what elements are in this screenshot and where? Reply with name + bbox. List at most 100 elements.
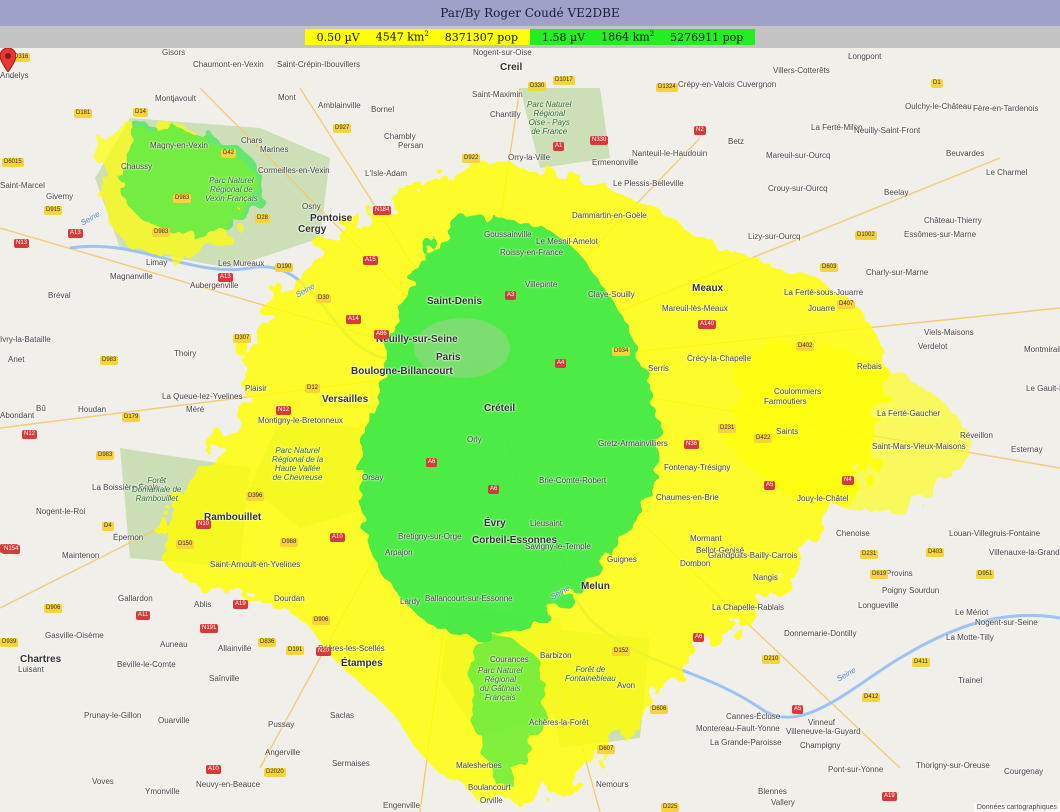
road-shield: D927 [333,124,352,133]
road-shield: A3 [505,291,517,300]
place-label: Le Charmel [986,168,1028,177]
place-label: Montigny-le-Bretonneux [258,416,343,425]
place-label: Saint-Marcel [0,181,45,190]
road-shield: A140 [698,320,717,329]
road-shield: D152 [612,647,631,656]
road-shield: D2020 [264,768,286,777]
road-shield: N4 [842,476,854,485]
place-label: Savigny-le-Temple [525,542,591,551]
place-label: Vinneuf [808,718,835,727]
transmitter-marker-icon[interactable] [0,48,16,72]
place-label: Sourdun [909,586,940,595]
place-label: Chars [241,136,263,145]
place-label: La Ferté-sous-Jouarre [784,288,864,297]
place-label: Beelay [884,188,909,197]
park-label: Forêt de Fontainebleau [565,665,616,683]
road-shield: D6015 [2,158,24,167]
place-label: Poigny [882,586,907,595]
place-label: Chantilly [490,110,521,119]
place-label: Saint-Denis [427,296,483,307]
place-label: Angerville [265,748,301,757]
place-label: Grandpuits-Bailly-Carrois [708,551,798,560]
place-label: Aubergenville [190,281,239,290]
place-label: Château-Thierry [924,216,982,225]
place-label: Claye-Souilly [588,290,635,299]
coverage-map[interactable]: Gisors Chaumont-en-Vexin Saint-Crépin-Ibou… [0,48,1060,812]
place-label: Saint-Mars-Vieux-Maisons [872,442,966,451]
place-label: Courances [490,655,529,664]
road-shield: D14 [133,108,149,117]
place-label: Chambly [384,132,416,141]
place-label: Montereau-Fault-Yonne [696,724,780,733]
place-label: Malesherbes [456,761,502,770]
place-label: Villers-Cotterêts [773,66,830,75]
place-label: Gretz-Armainvilliers [598,439,668,448]
road-shield: D1017 [553,76,575,85]
road-shield: D407 [837,300,856,309]
place-label: Courgenay [1004,767,1044,776]
road-shield: D396 [246,492,265,501]
road-shield: A10 [330,533,345,542]
place-label: Bretigny-sur-Orge [398,532,462,541]
place-label: Lardy [400,597,421,606]
place-label: Le Mesnil-Amelot [536,237,598,246]
place-label: Saînville [209,674,240,683]
place-label: Épernon [113,533,144,542]
place-label: Créteil [484,403,516,414]
road-shield: D190 [275,263,294,272]
place-label: Montmirail [1024,345,1060,354]
road-shield: A6 [426,458,438,467]
road-shield: A4 [555,359,567,368]
road-shield: D210 [762,655,781,664]
place-label: Cergy [298,224,327,235]
place-label: Lieusaint [530,519,563,528]
road-shield: D42 [221,149,237,158]
road-shield: D906 [312,616,331,625]
legend-level: 1.58 µV [542,30,586,44]
place-label: Blennes [758,787,787,796]
road-shield: A13 [68,229,83,238]
place-label: Verdelot [918,342,948,351]
road-shield: A6 [488,485,500,494]
place-label: Donnemarie-Dontilly [784,629,857,638]
place-label: Pont-sur-Yonne [828,765,884,774]
road-shield: D179 [122,413,141,422]
place-label: Thoiry [174,349,197,358]
place-label: Le Plessis-Belleville [613,179,684,188]
legend-population: 8371307 pop [444,30,518,44]
legend-entry-green: 1.58 µV 1864 km2 5276911 pop [530,29,756,45]
road-shield: D906 [44,604,63,613]
place-label: Anet [8,355,25,364]
park-label: Parc Naturel Régional de la Haute Vallée… [272,446,324,482]
place-label: Melun [581,581,610,592]
place-label: Dammartin-en-Goële [572,211,647,220]
place-label: Boulancourt [468,783,511,792]
road-shield: D181 [74,109,93,118]
place-label: Chartres [20,654,62,665]
legend-population: 5276911 pop [670,30,744,44]
road-shield: A86 [374,330,389,339]
road-shield: N184 [373,206,392,215]
road-shield: D422 [754,434,773,443]
road-shield: D915 [44,206,63,215]
place-label: Farmoutiers [764,397,807,406]
road-shield: D983 [152,228,171,237]
place-label: Saint-Arnoult-en-Yvelines [210,560,301,569]
place-label: Abondant [0,411,35,420]
road-shield: N10 [196,520,212,529]
road-shield: D988 [280,538,299,547]
place-label: Étampes [341,658,383,669]
place-label: Essômes-sur-Marne [904,230,977,239]
place-label: Paris [436,352,461,363]
place-label: La Chapelle-Rablais [712,603,785,612]
road-shield: A19 [882,792,897,801]
place-label: Nogent-le-Roi [36,507,86,516]
road-shield: D934 [612,347,631,356]
road-shield: D1324 [656,83,678,92]
place-label: Ymonville [145,787,180,796]
place-label: Maintenon [62,551,100,560]
place-label: La Queue-lez-Yvelines [162,392,243,401]
place-label: Esternay [1011,445,1043,454]
place-label: Crépy-en-Valois [678,80,735,89]
road-shield: D983 [100,356,119,365]
